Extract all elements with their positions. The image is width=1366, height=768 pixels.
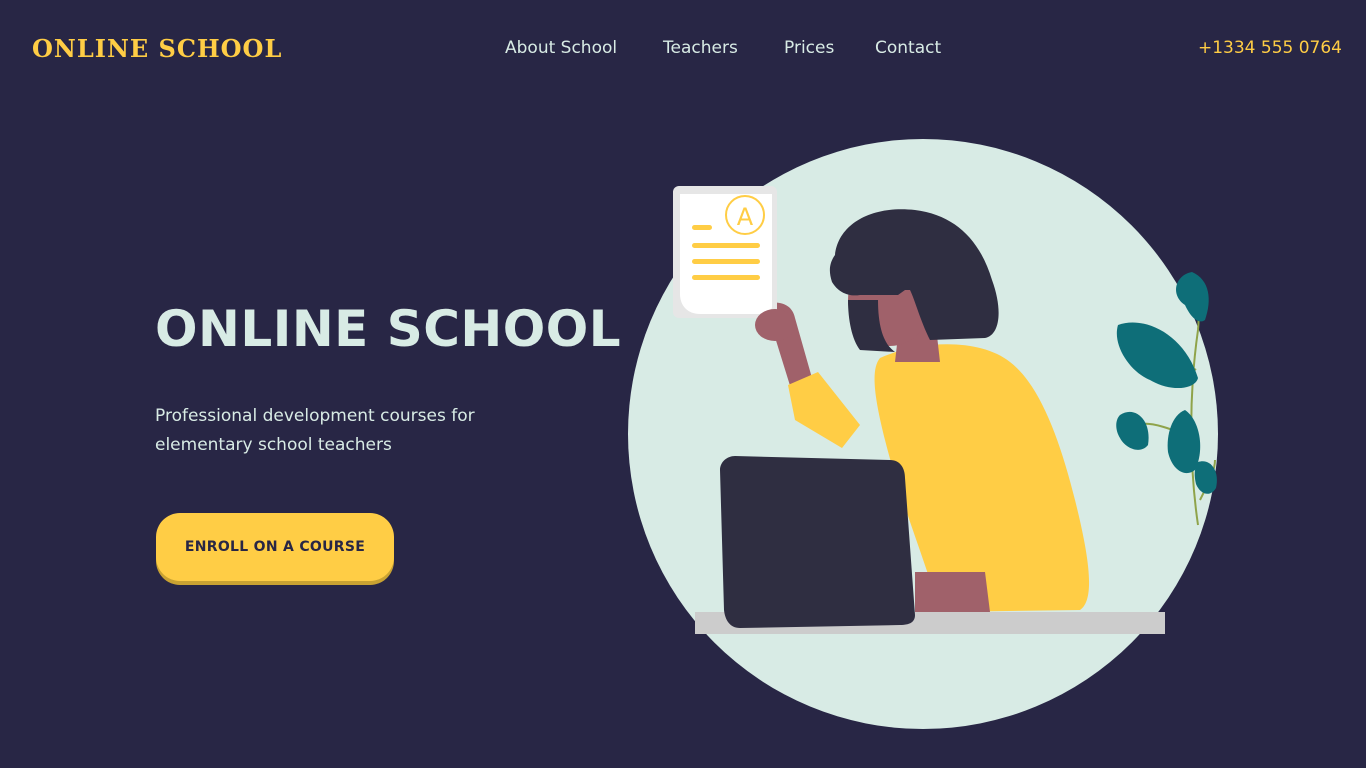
nav-teachers[interactable]: Teachers: [663, 38, 738, 58]
nav-contact[interactable]: Contact: [875, 38, 941, 58]
hero-title: ONLINE SCHOOL: [155, 300, 622, 358]
nav-prices[interactable]: Prices: [784, 38, 834, 58]
nav-about-school[interactable]: About School: [505, 38, 617, 58]
laptop-icon: [720, 456, 915, 628]
hero-subtitle: Professional development courses for ele…: [155, 406, 475, 455]
main-nav: About School Teachers Prices Contact: [0, 38, 1366, 62]
hero-illustration: A: [600, 130, 1240, 740]
graded-paper-icon: A: [673, 186, 777, 318]
page: ONLINE SCHOOL About School Teachers Pric…: [0, 0, 1366, 768]
svg-text:A: A: [737, 203, 754, 231]
enroll-button[interactable]: ENROLL ON A COURSE: [156, 513, 394, 581]
phone-link[interactable]: +1334 555 0764: [1198, 38, 1342, 58]
teacher-illustration: A: [628, 139, 1218, 729]
